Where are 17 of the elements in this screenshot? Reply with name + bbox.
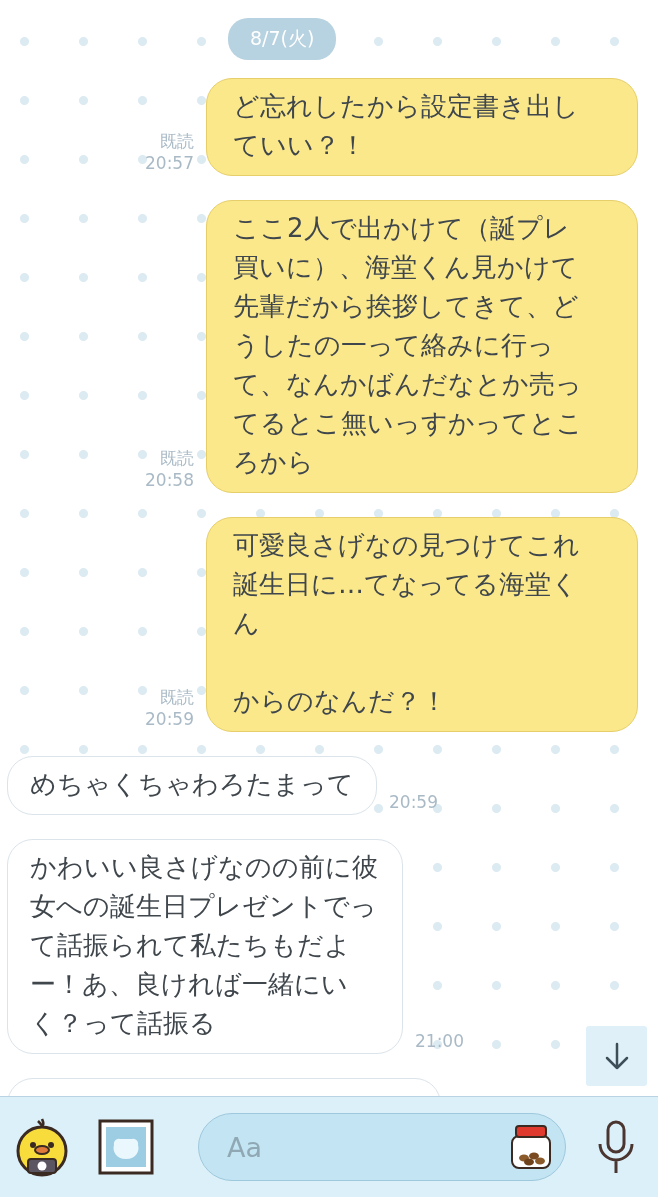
- message-time: 20:59: [389, 791, 438, 813]
- message-text: 可愛良さげなの見つけてこれ誕生日に…てなってる海堂くん: [233, 529, 581, 640]
- read-receipt: 既読: [160, 686, 194, 708]
- message-time: 20:57: [145, 152, 194, 174]
- read-receipt: 既読: [160, 447, 194, 469]
- message-input-field[interactable]: Aa: [198, 1113, 566, 1181]
- message-text: ここ2人で出かけて（誕プレ買いに）、海堂くん見かけて先輩だから挨拶してきて、どうしたの一って絡みに行って、なんかばんだなとか売ってるとこ無いっすかってところから: [233, 212, 584, 479]
- message-input[interactable]: Aa: [225, 1130, 509, 1164]
- date-label: 8/7(火): [228, 18, 337, 60]
- message-time: 20:58: [145, 469, 194, 491]
- read-receipt: 既読: [160, 130, 194, 152]
- message-text: かわいい良さげなのの前に彼女への誕生日プレゼントでって話振られて私たちもだよー！あ、良ければ一緒にいく？って話振る: [30, 851, 379, 1040]
- message-text: からのなんだ？！: [233, 685, 448, 718]
- message-time: 21:00: [415, 1030, 464, 1052]
- message-text: めちゃくちゃわろたまって: [30, 768, 354, 801]
- message-text: ど忘れしたから設定書き出していい？！: [233, 90, 580, 162]
- message-time: 20:59: [145, 708, 194, 730]
